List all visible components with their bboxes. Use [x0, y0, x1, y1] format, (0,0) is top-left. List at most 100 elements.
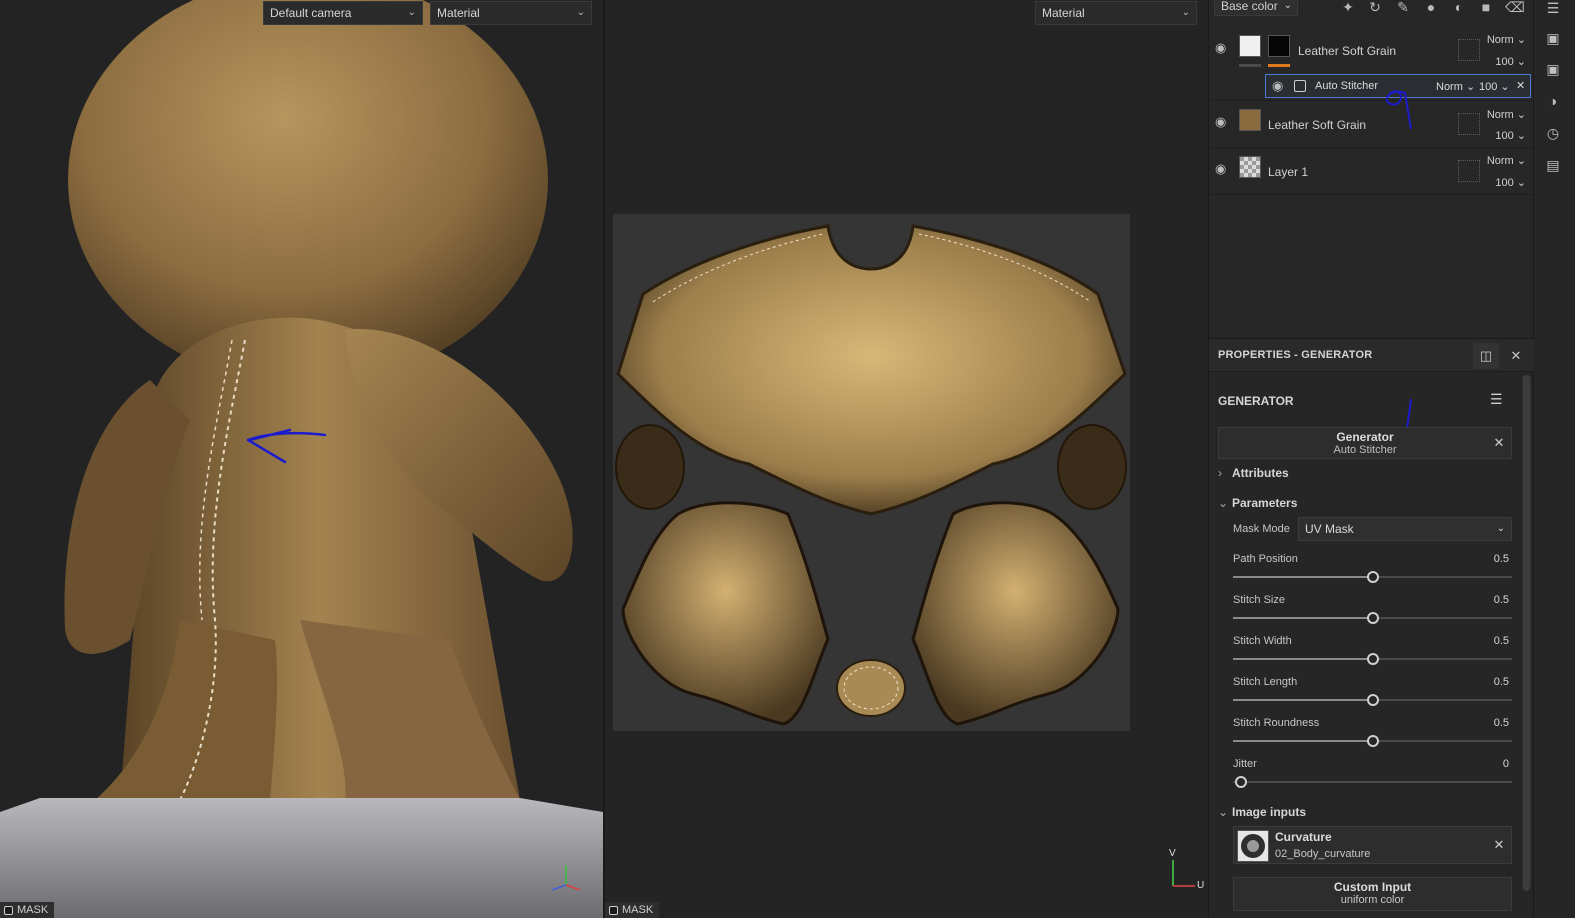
rotate-icon[interactable]: ↻	[1366, 0, 1384, 16]
left-leg-mesh	[95, 620, 278, 800]
layer-row[interactable]: ◉ Layer 1 Norm ⌄ 100 ⌄	[1209, 148, 1534, 195]
mask-indicator	[1268, 64, 1290, 67]
material-select-3d[interactable]: Material ⌄	[430, 1, 592, 25]
effect-name: Auto Stitcher	[1315, 80, 1378, 92]
custom-input[interactable]: Custom Input uniform color	[1233, 877, 1512, 911]
attributes-section-toggle[interactable]: › Attributes	[1218, 466, 1289, 480]
channel-select[interactable]: Base color ⌄	[1214, 0, 1298, 16]
slider-track[interactable]	[1233, 694, 1512, 706]
slider-label: Stitch Width	[1233, 635, 1292, 647]
properties-panel: PROPERTIES - GENERATOR ◫ ✕ GENERATOR ☰ G…	[1208, 338, 1534, 918]
blend-mode-select[interactable]: Norm ⌄	[1436, 80, 1475, 93]
close-icon[interactable]: ✕	[1492, 838, 1506, 852]
slider-knob[interactable]	[1366, 694, 1379, 706]
layer-indicator	[1239, 64, 1261, 67]
history-icon[interactable]: ◷	[1544, 125, 1562, 141]
custom-input-title: Custom Input	[1333, 880, 1412, 894]
smart-material-icon[interactable]: ◐	[1450, 0, 1468, 16]
slider-knob[interactable]	[1366, 735, 1379, 747]
slider-value[interactable]: 0.5	[1494, 594, 1509, 606]
menu-icon[interactable]: ☰	[1490, 391, 1503, 408]
layer-row[interactable]: ◉ Leather Soft Grain Norm ⌄ 100 ⌄	[1209, 101, 1534, 148]
mask-toggle-3d[interactable]: MASK	[0, 902, 55, 918]
trash-icon[interactable]: ⌫	[1505, 0, 1525, 16]
texture-set-icon[interactable]: ▣	[1544, 30, 1562, 46]
curvature-file: 02_Body_curvature	[1275, 848, 1371, 860]
display-settings-icon[interactable]: ▣	[1544, 61, 1562, 77]
layer-row[interactable]: ◉ Leather Soft Grain Norm ⌄ 100 ⌄ ◉ Auto…	[1209, 27, 1534, 130]
mask-mode-select[interactable]: UV Mask ⌄	[1298, 517, 1512, 541]
slider-value[interactable]: 0.5	[1494, 635, 1509, 647]
camera-select[interactable]: Default camera ⌄	[263, 1, 423, 25]
mask-thumbnail	[1268, 35, 1290, 57]
chevron-down-icon: ⌄	[1218, 496, 1229, 510]
uv-island-left-cap	[615, 424, 685, 510]
slider-knob[interactable]	[1366, 653, 1379, 665]
undock-icon[interactable]: ◫	[1473, 343, 1499, 369]
scrollbar-thumb[interactable]	[1523, 375, 1530, 891]
slider-track[interactable]	[1233, 571, 1512, 583]
pedestal-mesh	[0, 798, 603, 918]
layers-icon[interactable]: ☰	[1544, 0, 1562, 16]
viewport-3d[interactable]: Default camera ⌄ Material ⌄ MASK	[0, 0, 603, 918]
close-icon[interactable]: ✕	[1516, 79, 1525, 92]
slider-track[interactable]	[1233, 653, 1512, 665]
slider-value[interactable]: 0	[1503, 758, 1509, 770]
viewport-uv[interactable]: Material ⌄ V U MASK	[603, 0, 1208, 918]
properties-header: PROPERTIES - GENERATOR ◫ ✕	[1209, 339, 1534, 372]
chevron-down-icon: ⌄	[1283, 0, 1292, 11]
opacity-select[interactable]: 100 ⌄	[1495, 176, 1526, 189]
3d-scene[interactable]	[0, 0, 603, 918]
curvature-input[interactable]: Curvature 02_Body_curvature ✕	[1233, 826, 1512, 864]
image-inputs-section-toggle[interactable]: ⌄ Image inputs	[1218, 805, 1306, 819]
eye-icon[interactable]: ◉	[1272, 79, 1288, 92]
slider-value[interactable]: 0.5	[1494, 553, 1509, 565]
curvature-title: Curvature	[1275, 830, 1332, 844]
chevron-right-icon: ›	[1218, 466, 1222, 480]
parameters-section-toggle[interactable]: ⌄ Parameters	[1218, 496, 1297, 510]
custom-input-value: uniform color	[1340, 894, 1405, 906]
generator-selector[interactable]: Generator Auto Stitcher	[1218, 427, 1512, 459]
log-icon[interactable]: ▤	[1544, 157, 1562, 173]
eye-icon[interactable]: ◉	[1215, 41, 1231, 54]
generator-section-title: GENERATOR	[1218, 394, 1294, 408]
slider-label: Stitch Size	[1233, 594, 1285, 606]
material-select-uv[interactable]: Material ⌄	[1035, 1, 1197, 25]
close-icon[interactable]: ✕	[1492, 436, 1506, 450]
folder-icon[interactable]: ■	[1477, 0, 1495, 16]
close-icon[interactable]: ✕	[1503, 343, 1529, 369]
opacity-select[interactable]: 100 ⌄	[1495, 55, 1526, 68]
generator-name: Auto Stitcher	[1333, 444, 1397, 456]
layer-name[interactable]: Layer 1	[1268, 165, 1308, 179]
magic-wand-icon[interactable]: ✦	[1339, 0, 1357, 16]
slider-knob[interactable]	[1366, 571, 1379, 583]
opacity-select[interactable]: 100 ⌄	[1479, 80, 1510, 93]
chevron-down-icon: ⌄	[1218, 805, 1229, 819]
blend-mode-select[interactable]: Norm ⌄	[1487, 33, 1526, 46]
mask-slot[interactable]	[1458, 39, 1480, 61]
blend-mode-select[interactable]: Norm ⌄	[1487, 108, 1526, 121]
brush-icon[interactable]: ✎	[1394, 0, 1412, 16]
fill-bucket-icon[interactable]: ●	[1422, 0, 1440, 16]
slider-value[interactable]: 0.5	[1494, 717, 1509, 729]
slider-track[interactable]	[1233, 735, 1512, 747]
mask-slot[interactable]	[1458, 113, 1480, 135]
uv-map[interactable]	[613, 214, 1130, 731]
mask-slot[interactable]	[1458, 160, 1480, 182]
properties-scrollbar[interactable]	[1522, 375, 1531, 891]
slider-knob[interactable]	[1235, 776, 1247, 788]
environment-icon[interactable]: ◑	[1544, 93, 1562, 109]
slider-knob[interactable]	[1366, 612, 1379, 624]
opacity-select[interactable]: 100 ⌄	[1495, 129, 1526, 142]
layer-name[interactable]: Leather Soft Grain	[1298, 44, 1396, 58]
eye-icon[interactable]: ◉	[1215, 115, 1231, 128]
blend-mode-select[interactable]: Norm ⌄	[1487, 154, 1526, 167]
channel-select-label: Base color	[1221, 0, 1278, 13]
slider-track[interactable]	[1233, 776, 1512, 788]
material-select-label: Material	[437, 6, 480, 20]
layer-name[interactable]: Leather Soft Grain	[1268, 118, 1366, 132]
mask-toggle-uv[interactable]: MASK	[605, 902, 660, 918]
slider-track[interactable]	[1233, 612, 1512, 624]
slider-value[interactable]: 0.5	[1494, 676, 1509, 688]
eye-icon[interactable]: ◉	[1215, 162, 1231, 175]
